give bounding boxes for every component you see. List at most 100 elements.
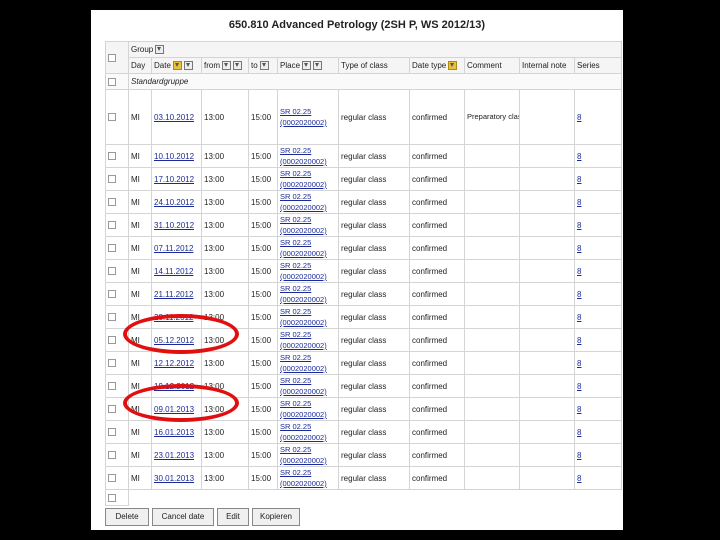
place-link[interactable]: SR 02.25 bbox=[280, 146, 311, 155]
cancel-date-button[interactable]: Cancel date bbox=[152, 508, 214, 526]
row-checkbox[interactable] bbox=[108, 313, 116, 322]
place-link[interactable]: SR 02.25 bbox=[280, 445, 311, 454]
place-code-link[interactable]: (0002020002) bbox=[280, 318, 327, 327]
place-link[interactable]: SR 02.25 bbox=[280, 169, 311, 178]
date-link[interactable]: 24.10.2012 bbox=[154, 198, 194, 207]
place-link[interactable]: SR 02.25 bbox=[280, 238, 311, 247]
place-code-link[interactable]: (0002020002) bbox=[280, 433, 327, 442]
place-code-link[interactable]: (0002020002) bbox=[280, 118, 327, 127]
filter-icon[interactable] bbox=[448, 61, 458, 71]
row-checkbox[interactable] bbox=[108, 152, 116, 161]
series-link[interactable]: 8 bbox=[577, 336, 581, 345]
place-link[interactable]: SR 02.25 bbox=[280, 284, 311, 293]
date-link[interactable]: 03.10.2012 bbox=[154, 113, 194, 122]
series-link[interactable]: 8 bbox=[577, 405, 581, 414]
date-link[interactable]: 31.10.2012 bbox=[154, 221, 194, 230]
footer-checkbox[interactable] bbox=[108, 493, 116, 502]
sort-icon[interactable] bbox=[222, 61, 231, 71]
place-code-link[interactable]: (0002020002) bbox=[280, 180, 327, 189]
col-date[interactable]: Date bbox=[151, 57, 202, 74]
series-link[interactable]: 8 bbox=[577, 244, 581, 253]
place-code-link[interactable]: (0002020002) bbox=[280, 226, 327, 235]
filter-icon[interactable] bbox=[313, 61, 323, 71]
place-code-link[interactable]: (0002020002) bbox=[280, 410, 327, 419]
place-code-link[interactable]: (0002020002) bbox=[280, 295, 327, 304]
date-link[interactable]: 12.12.2012 bbox=[154, 359, 194, 368]
filter-icon[interactable] bbox=[233, 61, 242, 71]
group-checkbox[interactable] bbox=[108, 77, 116, 86]
date-link[interactable]: 30.01.2013 bbox=[154, 474, 194, 483]
delete-button[interactable]: Delete bbox=[105, 508, 149, 526]
series-link[interactable]: 8 bbox=[577, 221, 581, 230]
row-checkbox[interactable] bbox=[108, 221, 116, 230]
place-code-link[interactable]: (0002020002) bbox=[280, 387, 327, 396]
place-link[interactable]: SR 02.25 bbox=[280, 468, 311, 477]
row-checkbox[interactable] bbox=[108, 359, 116, 368]
date-link[interactable]: 10.10.2012 bbox=[154, 152, 194, 161]
series-link[interactable]: 8 bbox=[577, 451, 581, 460]
series-link[interactable]: 8 bbox=[577, 113, 581, 122]
col-place[interactable]: Place bbox=[277, 57, 339, 74]
place-link[interactable]: SR 02.25 bbox=[280, 107, 311, 116]
place-link[interactable]: SR 02.25 bbox=[280, 330, 311, 339]
date-link[interactable]: 21.11.2012 bbox=[154, 290, 193, 299]
place-code-link[interactable]: (0002020002) bbox=[280, 203, 327, 212]
col-from[interactable]: from bbox=[201, 57, 249, 74]
date-link[interactable]: 07.11.2012 bbox=[154, 244, 193, 253]
sort-icon[interactable] bbox=[259, 61, 269, 71]
series-link[interactable]: 8 bbox=[577, 198, 581, 207]
place-code-link[interactable]: (0002020002) bbox=[280, 157, 327, 166]
series-link[interactable]: 8 bbox=[577, 152, 581, 161]
select-all-checkbox[interactable] bbox=[108, 53, 116, 62]
place-link[interactable]: SR 02.25 bbox=[280, 307, 311, 316]
place-link[interactable]: SR 02.25 bbox=[280, 353, 311, 362]
place-code-link[interactable]: (0002020002) bbox=[280, 341, 327, 350]
place-link[interactable]: SR 02.25 bbox=[280, 422, 311, 431]
series-link[interactable]: 8 bbox=[577, 359, 581, 368]
filter-icon[interactable] bbox=[172, 61, 182, 71]
place-link[interactable]: SR 02.25 bbox=[280, 399, 311, 408]
series-link[interactable]: 8 bbox=[577, 290, 581, 299]
col-to[interactable]: to bbox=[248, 57, 278, 74]
place-code-link[interactable]: (0002020002) bbox=[280, 272, 327, 281]
row-checkbox[interactable] bbox=[108, 267, 116, 276]
date-link[interactable]: 16.01.2013 bbox=[154, 428, 194, 437]
series-link[interactable]: 8 bbox=[577, 382, 581, 391]
internal-note-cell bbox=[519, 167, 575, 191]
place-link[interactable]: SR 02.25 bbox=[280, 376, 311, 385]
series-link[interactable]: 8 bbox=[577, 428, 581, 437]
row-checkbox[interactable] bbox=[108, 474, 116, 483]
place-link[interactable]: SR 02.25 bbox=[280, 261, 311, 270]
date-link[interactable]: 17.10.2012 bbox=[154, 175, 194, 184]
date-link[interactable]: 23.01.2013 bbox=[154, 451, 194, 460]
row-checkbox[interactable] bbox=[108, 405, 116, 414]
row-checkbox[interactable] bbox=[108, 113, 116, 122]
row-checkbox[interactable] bbox=[108, 290, 116, 299]
series-link[interactable]: 8 bbox=[577, 313, 581, 322]
place-link[interactable]: SR 02.25 bbox=[280, 215, 311, 224]
series-cell: 8 bbox=[573, 236, 623, 260]
date-link[interactable]: 14.11.2012 bbox=[154, 267, 193, 276]
row-checkbox[interactable] bbox=[108, 244, 116, 253]
row-checkbox[interactable] bbox=[108, 175, 116, 184]
place-link[interactable]: SR 02.25 bbox=[280, 192, 311, 201]
series-link[interactable]: 8 bbox=[577, 175, 581, 184]
row-checkbox[interactable] bbox=[108, 382, 116, 391]
place-code-link[interactable]: (0002020002) bbox=[280, 456, 327, 465]
sort-icon[interactable] bbox=[183, 61, 193, 71]
col-day: Day bbox=[128, 57, 152, 74]
filter-icon[interactable] bbox=[155, 45, 165, 55]
place-code-link[interactable]: (0002020002) bbox=[280, 479, 327, 488]
sort-icon[interactable] bbox=[302, 61, 312, 71]
place-code-link[interactable]: (0002020002) bbox=[280, 364, 327, 373]
row-checkbox[interactable] bbox=[108, 198, 116, 207]
row-checkbox[interactable] bbox=[108, 336, 116, 345]
series-link[interactable]: 8 bbox=[577, 474, 581, 483]
copy-button[interactable]: Kopieren bbox=[252, 508, 300, 526]
place-code-link[interactable]: (0002020002) bbox=[280, 249, 327, 258]
col-datetype[interactable]: Date type bbox=[409, 57, 465, 74]
row-checkbox[interactable] bbox=[108, 451, 116, 460]
row-checkbox[interactable] bbox=[108, 428, 116, 437]
edit-button[interactable]: Edit bbox=[217, 508, 249, 526]
series-link[interactable]: 8 bbox=[577, 267, 581, 276]
